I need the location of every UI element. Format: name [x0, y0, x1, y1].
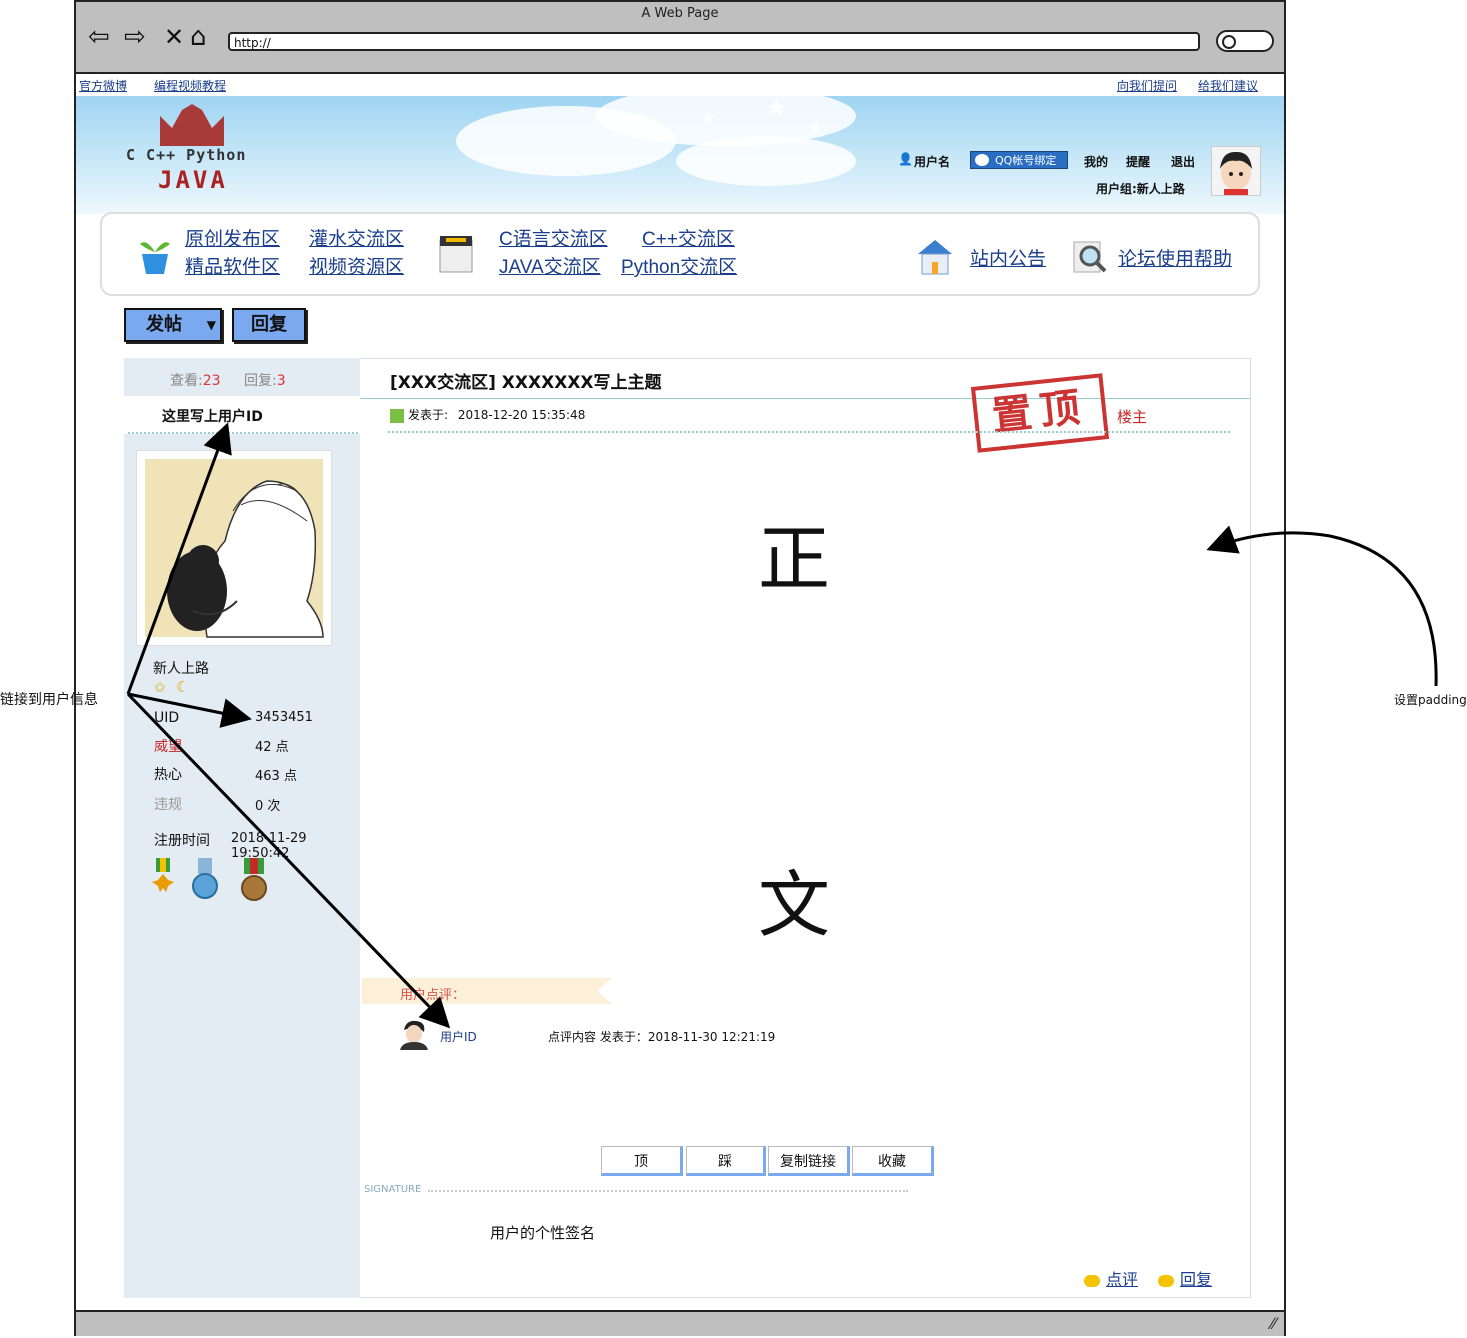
comment-icon — [1158, 1274, 1174, 1287]
link-ask-us[interactable]: 向我们提问 — [1117, 77, 1177, 94]
nav-python[interactable]: Python交流区 — [621, 252, 737, 279]
star-icon: ★ — [808, 118, 825, 139]
divider — [360, 398, 1250, 399]
nav-help[interactable]: 论坛使用帮助 — [1118, 244, 1232, 271]
nav-notice[interactable]: 站内公告 — [970, 244, 1046, 271]
qq-icon — [975, 154, 989, 166]
magnifier-icon — [1073, 241, 1107, 273]
link-weibo[interactable]: 官方微博 — [79, 77, 127, 94]
plant-icon — [140, 242, 170, 274]
view-count: 查看:23 — [170, 373, 221, 389]
browser-titlebar: A Web Page ⇦ ⇨ ✕ ⌂ http:// — [76, 2, 1284, 74]
link-suggest[interactable]: 给我们建议 — [1198, 77, 1258, 94]
prestige-label: 威望 — [154, 739, 182, 755]
star-icon: ✩ — [154, 680, 166, 696]
violation-label: 违规 — [154, 797, 182, 813]
username-link[interactable]: 用户名 — [914, 153, 950, 170]
upvote-button[interactable]: 顶 — [601, 1146, 683, 1176]
favorite-button[interactable]: 收藏 — [852, 1146, 934, 1176]
comment-header: 用户点评： — [400, 988, 466, 1003]
qq-bind-button[interactable]: QQ帐号绑定 — [970, 151, 1068, 169]
violation-value: 0 次 — [255, 799, 281, 814]
uid-value: 3453451 — [255, 710, 313, 725]
post-body-text: 正 — [758, 517, 831, 601]
commenter-id-link[interactable]: 用户ID — [440, 1028, 477, 1045]
user-rank: 新人上路 — [153, 661, 209, 677]
url-input[interactable]: http:// — [228, 32, 1200, 51]
sticky-stamp: 置顶 — [970, 373, 1110, 453]
enthusiasm-label: 热心 — [154, 767, 182, 783]
user-group: 用户组:新人上路 — [1096, 182, 1185, 196]
user-id-link[interactable]: 这里写上用户ID — [162, 406, 263, 426]
link-video-tutorial[interactable]: 编程视频教程 — [154, 77, 226, 94]
reply-action: 回复 — [1158, 1266, 1212, 1290]
search-icon[interactable] — [1216, 30, 1274, 52]
resize-handle-icon[interactable]: ⁄⁄ — [1271, 1314, 1276, 1333]
commenter-avatar[interactable] — [398, 1018, 430, 1050]
logo-text-java[interactable]: JAVA — [158, 166, 228, 194]
nav-software[interactable]: 精品软件区 — [185, 252, 280, 279]
remind-link[interactable]: 提醒 — [1126, 153, 1150, 170]
window-title: A Web Page — [641, 6, 719, 21]
medal-icon[interactable] — [152, 858, 174, 894]
signature-label: SIGNATURE — [364, 1184, 422, 1195]
stop-icon[interactable]: ✕ — [164, 22, 184, 52]
back-icon[interactable]: ⇦ — [88, 22, 110, 52]
post-meta: 发表于: 2018-12-20 15:35:48 — [390, 406, 585, 423]
post-title: [XXX交流区] XXXXXXX写上主题 — [390, 373, 662, 393]
reply-link[interactable]: 回复 — [1180, 1270, 1212, 1289]
nav-chat[interactable]: 灌水交流区 — [309, 224, 404, 251]
comment-action: 点评 — [1084, 1266, 1138, 1290]
reply-button[interactable]: 回复 — [232, 308, 306, 342]
nav-java[interactable]: JAVA交流区 — [499, 252, 601, 279]
medal-icon[interactable] — [240, 858, 268, 902]
site-header: ★ ★ ★ C C++ Python JAVA 👤 用户名 QQ帐号绑定 我的 … — [76, 86, 1284, 214]
chevron-down-icon[interactable]: ▼ — [207, 310, 216, 340]
logout-link[interactable]: 退出 — [1171, 153, 1195, 170]
comment-text: 点评内容 发表于：2018-11-30 12:21:19 — [548, 1030, 776, 1044]
home-icon[interactable]: ⌂ — [190, 22, 207, 52]
new-post-button[interactable]: 发帖 ▼ — [124, 308, 222, 342]
nav-c[interactable]: C语言交流区 — [499, 224, 608, 251]
forward-icon[interactable]: ⇨ — [124, 22, 146, 52]
star-icon: ★ — [766, 94, 788, 122]
prestige-value: 42 点 — [255, 740, 289, 755]
reply-count: 回复:3 — [244, 373, 286, 389]
register-time: 2018-11-29 19:50:42 — [231, 831, 307, 861]
comment-icon — [1084, 1274, 1100, 1287]
moon-icon: ☾ — [176, 678, 190, 696]
downvote-button[interactable]: 踩 — [686, 1146, 766, 1176]
nav-video[interactable]: 视频资源区 — [309, 252, 404, 279]
logo-text[interactable]: C C++ Python — [126, 146, 246, 164]
house-icon — [918, 240, 952, 275]
copy-link-button[interactable]: 复制链接 — [768, 1146, 850, 1176]
register-label: 注册时间 — [154, 833, 210, 849]
cloud-decoration — [676, 136, 856, 186]
divider — [388, 431, 1230, 433]
floor-label: 楼主 — [1117, 408, 1148, 426]
annotation-left: 链接到用户信息 — [0, 692, 98, 708]
nav-cpp[interactable]: C++交流区 — [642, 224, 735, 251]
medal-icon[interactable] — [190, 858, 220, 902]
avatar[interactable] — [1211, 146, 1261, 196]
enthusiasm-value: 463 点 — [255, 769, 297, 784]
user-signature: 用户的个性签名 — [490, 1224, 596, 1242]
crown-logo-icon[interactable] — [160, 104, 224, 146]
divider — [128, 432, 358, 434]
post-body-text: 文 — [758, 863, 831, 947]
divider — [428, 1190, 908, 1192]
user-icon — [390, 408, 404, 423]
box-icon — [439, 236, 473, 273]
annotation-right: 设置padding — [1394, 693, 1467, 707]
user-icon: 👤 — [898, 152, 913, 166]
rate-link[interactable]: 点评 — [1106, 1270, 1138, 1289]
post-sidebar: 查看:23 回复:3 这里写上用户ID 新人上路 ✩ ☾ UID 3453451… — [124, 358, 360, 1298]
my-link[interactable]: 我的 — [1084, 153, 1108, 170]
browser-statusbar: ⁄⁄ — [76, 1310, 1284, 1336]
forum-nav-box: 原创发布区 精品软件区 灌水交流区 视频资源区 C语言交流区 JAVA交流区 C… — [100, 212, 1260, 296]
star-icon: ★ — [700, 108, 717, 129]
uid-label: UID — [154, 710, 180, 726]
user-avatar[interactable] — [136, 450, 332, 646]
nav-original[interactable]: 原创发布区 — [185, 224, 280, 251]
